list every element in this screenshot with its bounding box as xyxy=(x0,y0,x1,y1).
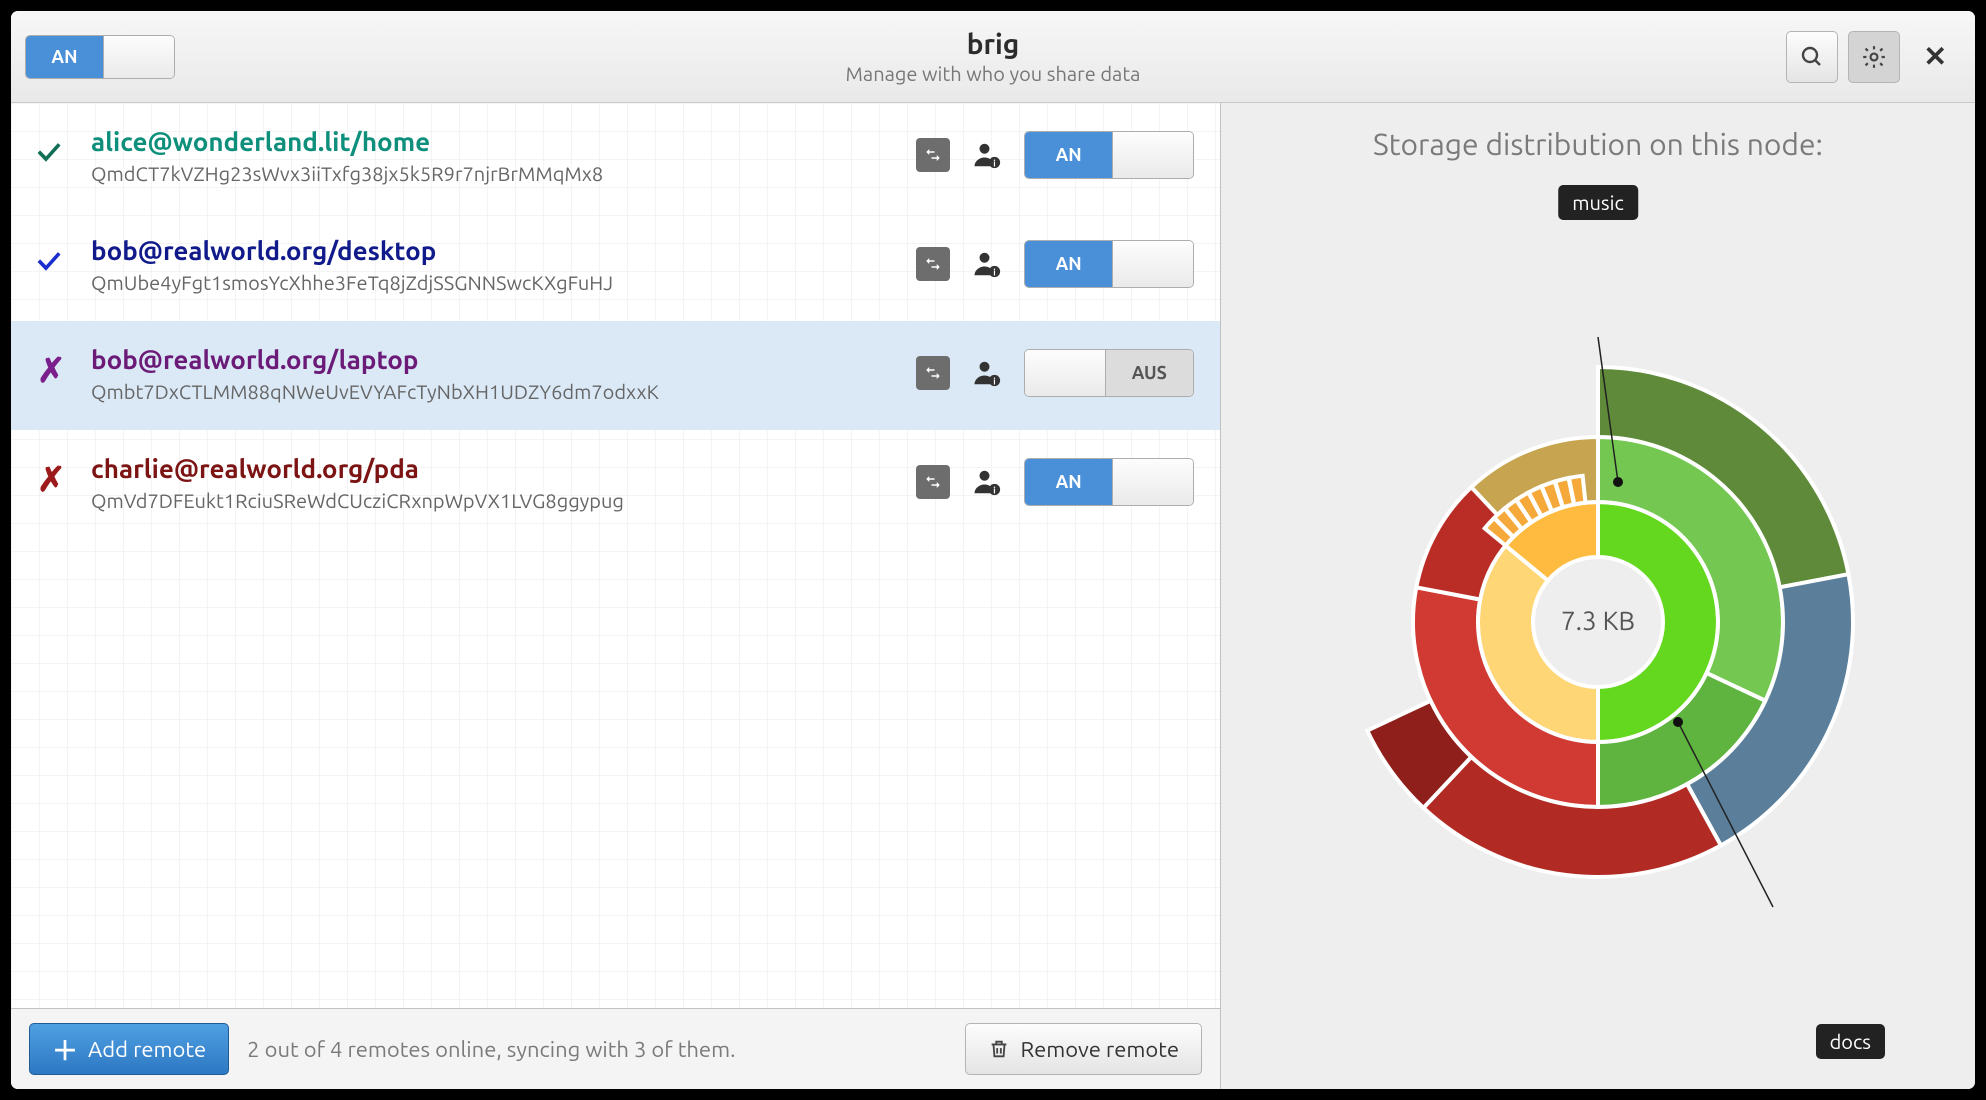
sunburst-svg: 7.3 KB xyxy=(1308,302,1888,942)
body: ✓ alice@wonderland.lit/home QmdCT7kVZHg2… xyxy=(11,103,1975,1089)
app-window: AN brig Manage with who you share data ✕… xyxy=(10,10,1976,1090)
remote-toggle[interactable]: AUS xyxy=(1024,349,1194,397)
search-button[interactable] xyxy=(1786,31,1838,83)
toggle-knob xyxy=(1112,132,1193,178)
person-info-icon[interactable]: i xyxy=(972,138,1002,172)
remote-hash: Qmbt7DxCTLMM88qNWeUvEVYAFcTyNbXH1UDZY6dm… xyxy=(91,380,898,403)
sync-icon[interactable] xyxy=(916,356,950,390)
search-icon xyxy=(1800,45,1824,69)
center-size-label: 7.3 KB xyxy=(1561,606,1635,635)
remote-hash: QmUbe4yFgt1smosYcXhhe3FeTq8jZdjSSGNNSwcK… xyxy=(91,271,898,294)
sync-icon[interactable] xyxy=(916,465,950,499)
remote-toggle[interactable]: AN xyxy=(1024,240,1194,288)
app-title: brig xyxy=(846,29,1141,60)
row-actions: i AUS xyxy=(916,349,1194,397)
toggle-label: AUS xyxy=(1106,350,1193,396)
x-icon: ✗ xyxy=(37,460,73,500)
master-toggle-label: AN xyxy=(26,36,103,78)
remote-hash: QmVd7DFEukt1RciuSReWdCUcziCRxnpWpVX1LVG8… xyxy=(91,489,898,512)
app-subtitle: Manage with who you share data xyxy=(846,62,1141,85)
remotes-pane: ✓ alice@wonderland.lit/home QmdCT7kVZHg2… xyxy=(11,103,1221,1089)
remote-list: ✓ alice@wonderland.lit/home QmdCT7kVZHg2… xyxy=(11,103,1220,1008)
remote-row[interactable]: ✓ alice@wonderland.lit/home QmdCT7kVZHg2… xyxy=(11,103,1220,212)
row-actions: i AN xyxy=(916,458,1194,506)
remote-name: charlie@realworld.org/pda xyxy=(91,454,898,483)
sync-icon[interactable] xyxy=(916,247,950,281)
person-info-icon[interactable]: i xyxy=(972,356,1002,390)
person-info-icon[interactable]: i xyxy=(972,465,1002,499)
remote-hash: QmdCT7kVZHg23sWvx3iiTxfg38jx5k5R9r7njrBr… xyxy=(91,162,898,185)
person-info-icon[interactable]: i xyxy=(972,247,1002,281)
sync-icon[interactable] xyxy=(916,138,950,172)
row-actions: i AN xyxy=(916,240,1194,288)
gear-icon xyxy=(1861,44,1887,70)
remote-name: alice@wonderland.lit/home xyxy=(91,127,898,156)
close-button[interactable]: ✕ xyxy=(1910,40,1961,73)
remote-info: alice@wonderland.lit/home QmdCT7kVZHg23s… xyxy=(91,127,898,185)
remote-name: bob@realworld.org/laptop xyxy=(91,345,898,374)
remote-info: charlie@realworld.org/pda QmVd7DFEukt1Rc… xyxy=(91,454,898,512)
check-icon: ✓ xyxy=(37,133,73,171)
storage-title: Storage distribution on this node: xyxy=(1251,127,1945,161)
toggle-label: AN xyxy=(1025,132,1112,178)
remote-info: bob@realworld.org/laptop Qmbt7DxCTLMM88q… xyxy=(91,345,898,403)
remote-row[interactable]: ✓ bob@realworld.org/desktop QmUbe4yFgt1s… xyxy=(11,212,1220,321)
settings-button[interactable] xyxy=(1848,31,1900,83)
toggle-label: AN xyxy=(1025,241,1112,287)
chart-label-docs: docs xyxy=(1816,1024,1885,1059)
master-toggle[interactable]: AN xyxy=(25,35,175,79)
add-remote-label: Add remote xyxy=(88,1037,206,1062)
remove-remote-button[interactable]: Remove remote xyxy=(965,1023,1202,1075)
toggle-knob xyxy=(1025,350,1106,396)
chart-label-music: music xyxy=(1558,185,1638,220)
x-icon: ✗ xyxy=(37,351,73,391)
row-actions: i AN xyxy=(916,131,1194,179)
sunburst-chart: music 7.3 KB docs xyxy=(1251,179,1945,1065)
svg-text:i: i xyxy=(993,267,995,277)
plus-icon: ＋ xyxy=(52,1031,78,1068)
sunburst-segment[interactable] xyxy=(1569,476,1586,505)
remote-toggle[interactable]: AN xyxy=(1024,131,1194,179)
check-icon: ✓ xyxy=(37,242,73,280)
remote-row[interactable]: ✗ bob@realworld.org/laptop Qmbt7DxCTLMM8… xyxy=(11,321,1220,430)
toggle-knob xyxy=(1112,459,1193,505)
titlebar: AN brig Manage with who you share data ✕ xyxy=(11,11,1975,103)
add-remote-button[interactable]: ＋ Add remote xyxy=(29,1023,229,1075)
svg-text:i: i xyxy=(993,158,995,168)
remote-toggle[interactable]: AN xyxy=(1024,458,1194,506)
toggle-label: AN xyxy=(1025,459,1112,505)
storage-pane: Storage distribution on this node: music… xyxy=(1221,103,1975,1089)
toggle-knob xyxy=(1112,241,1193,287)
title-group: brig Manage with who you share data xyxy=(846,29,1141,85)
master-toggle-knob xyxy=(103,36,174,78)
remote-info: bob@realworld.org/desktop QmUbe4yFgt1smo… xyxy=(91,236,898,294)
bottom-bar: ＋ Add remote 2 out of 4 remotes online, … xyxy=(11,1008,1220,1089)
remove-remote-label: Remove remote xyxy=(1020,1037,1179,1062)
sync-status-text: 2 out of 4 remotes online, syncing with … xyxy=(247,1037,735,1062)
remote-name: bob@realworld.org/desktop xyxy=(91,236,898,265)
svg-text:i: i xyxy=(993,485,995,495)
trash-icon xyxy=(988,1038,1010,1060)
svg-text:i: i xyxy=(993,376,995,386)
remote-row[interactable]: ✗ charlie@realworld.org/pda QmVd7DFEukt1… xyxy=(11,430,1220,539)
